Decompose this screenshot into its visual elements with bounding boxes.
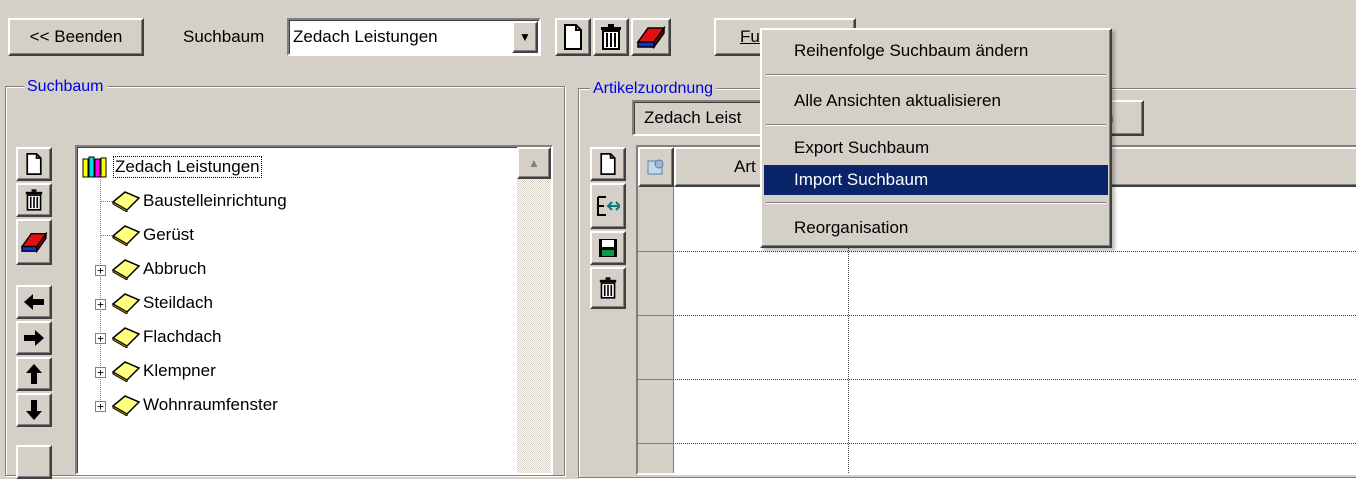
artikelzuordnung-group-title: Artikelzuordnung [590, 80, 717, 98]
suchbaum-tree[interactable]: ▲ Zedach Leistungen Baustelleinrichtung … [75, 145, 553, 475]
arrow-left-icon [24, 294, 44, 310]
book-icon [111, 327, 141, 348]
tree-item-geruest[interactable]: Gerüst [111, 220, 194, 250]
menu-item-reorder-tree[interactable]: Reihenfolge Suchbaum ändern [764, 36, 1108, 66]
article-delete-button[interactable] [590, 267, 626, 309]
tree-root[interactable]: Zedach Leistungen [81, 152, 262, 182]
grid-column-header-label: Art [734, 157, 756, 176]
suchbaum-select[interactable]: Zedach Leistungen ▼ [287, 18, 541, 56]
book-icon [111, 361, 141, 382]
assign-icon [597, 196, 620, 216]
menu-item-import-tree[interactable]: Import Suchbaum [764, 165, 1108, 195]
menu-separator [766, 202, 1106, 204]
trash-icon [25, 189, 43, 211]
article-filter-value: Zedach Leist [644, 108, 742, 127]
exit-button[interactable]: << Beenden [8, 18, 144, 56]
tree-item-label: Baustelleinrichtung [143, 191, 287, 210]
menu-item-refresh-views[interactable]: Alle Ansichten aktualisieren [764, 86, 1108, 116]
tree-item-label: Abbruch [143, 259, 207, 278]
book-icon [111, 191, 141, 212]
new-tree-button[interactable] [555, 18, 591, 56]
book-icon [111, 225, 141, 246]
grid-settings-icon [647, 159, 664, 175]
tree-item-label: Klempner [143, 361, 216, 380]
article-filter-field[interactable]: Zedach Leist [632, 100, 772, 136]
scroll-up-button[interactable]: ▲ [517, 147, 551, 179]
exit-button-label: << Beenden [29, 27, 123, 46]
book-icon [111, 395, 141, 416]
tree-item-steildach[interactable]: Steildach [111, 288, 213, 318]
article-save-button[interactable] [590, 231, 626, 265]
expand-icon[interactable]: + [95, 265, 106, 276]
menu-separator [766, 124, 1106, 126]
grid-corner-cell[interactable] [638, 147, 674, 187]
tree-delete-node-button[interactable] [16, 183, 52, 217]
chevron-down-icon: ▼ [519, 30, 531, 44]
new-document-icon [26, 153, 42, 175]
functions-button-label: Fu [740, 27, 760, 46]
arrow-down-icon [26, 400, 42, 420]
expand-icon[interactable]: + [95, 299, 106, 310]
book-icon [111, 259, 141, 280]
new-document-icon [600, 153, 616, 175]
article-assign-button[interactable] [590, 183, 626, 229]
arrow-right-icon [24, 330, 44, 346]
menu-item-export-tree[interactable]: Export Suchbaum [764, 133, 1108, 163]
tree-item-flachdach[interactable]: Flachdach [111, 322, 221, 352]
expand-icon[interactable]: + [95, 367, 106, 378]
tree-root-label: Zedach Leistungen [113, 156, 262, 178]
suchbaum-label: Suchbaum [183, 27, 265, 46]
tree-item-label: Flachdach [143, 327, 222, 346]
tree-item-label: Wohnraumfenster [143, 395, 278, 414]
move-left-button[interactable] [16, 285, 52, 319]
eraser-icon [20, 231, 48, 254]
move-down-button[interactable] [16, 393, 52, 427]
tree-extra-button[interactable] [16, 445, 52, 479]
tree-item-label: Gerüst [143, 225, 195, 244]
eraser-button[interactable] [631, 18, 671, 56]
books-icon [82, 156, 107, 178]
tree-new-node-button[interactable] [16, 147, 52, 181]
save-icon [599, 239, 617, 257]
tree-item-label: Steildach [143, 293, 213, 312]
eraser-icon [636, 25, 666, 50]
tree-scrollbar[interactable]: ▲ [517, 147, 551, 473]
tree-eraser-button[interactable] [16, 219, 52, 265]
chevron-up-icon: ▲ [528, 156, 540, 170]
trash-icon [599, 277, 617, 299]
book-icon [111, 293, 141, 314]
menu-item-reorganisation[interactable]: Reorganisation [764, 213, 1108, 243]
move-right-button[interactable] [16, 321, 52, 355]
grid-row-selectors [638, 187, 674, 473]
tree-item-klempner[interactable]: Klempner [111, 356, 216, 386]
tree-item-abbruch[interactable]: Abbruch [111, 254, 206, 284]
delete-tree-button[interactable] [593, 18, 629, 56]
move-up-button[interactable] [16, 357, 52, 391]
suchbaum-select-value: Zedach Leistungen [293, 27, 438, 46]
expand-icon[interactable]: + [95, 401, 106, 412]
suchbaum-group-title: Suchbaum [24, 78, 107, 96]
expand-icon[interactable]: + [95, 333, 106, 344]
article-new-button[interactable] [590, 147, 626, 181]
arrow-up-icon [26, 364, 42, 384]
dropdown-arrow-button[interactable]: ▼ [512, 21, 538, 53]
menu-separator [766, 74, 1106, 76]
functions-menu: Reihenfolge Suchbaum ändern Alle Ansicht… [760, 28, 1112, 248]
tree-item-wohnraumfenster[interactable]: Wohnraumfenster [111, 390, 278, 420]
new-document-icon [564, 24, 582, 50]
tree-item-baustelleinrichtung[interactable]: Baustelleinrichtung [111, 186, 287, 216]
trash-icon [601, 24, 621, 50]
